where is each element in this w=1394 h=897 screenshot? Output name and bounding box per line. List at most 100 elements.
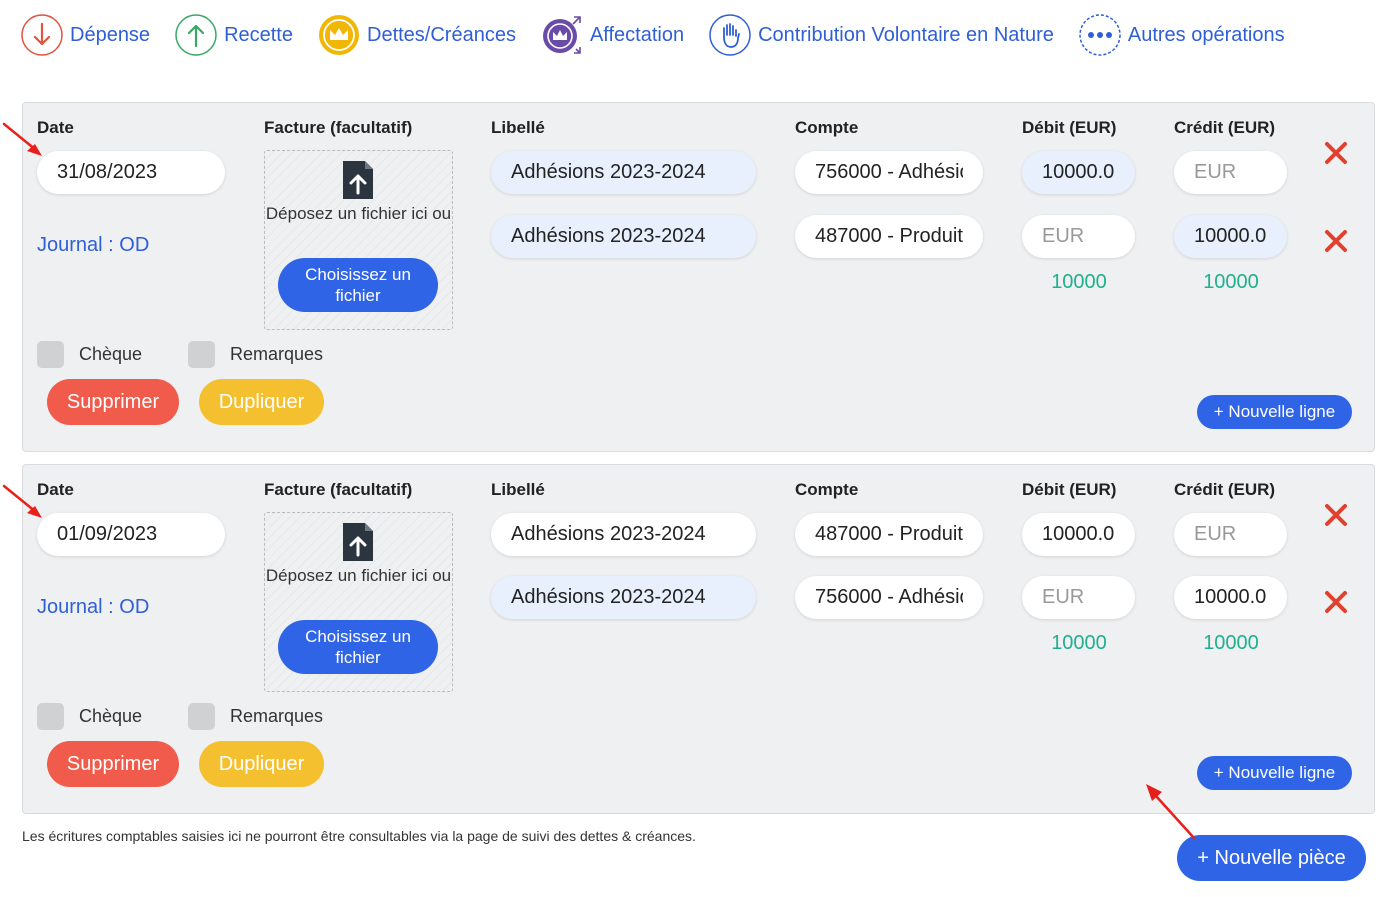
hand-circle-icon: [708, 13, 752, 57]
line-account-select[interactable]: 756000 - Adhésions: [795, 151, 983, 194]
footnote-text: Les écritures comptables saisies ici ne …: [22, 828, 696, 844]
operation-type-tabs: Dépense Recette Dettes/Créances Affectat…: [20, 10, 1309, 60]
line-label-input[interactable]: Adhésions 2023-2024: [491, 215, 756, 258]
duplicate-piece-button[interactable]: Dupliquer: [199, 379, 324, 425]
line-debit-input[interactable]: 10000.00: [1022, 151, 1135, 194]
line-credit-input[interactable]: 10000.00: [1174, 215, 1287, 258]
new-line-button[interactable]: + Nouvelle ligne: [1197, 395, 1352, 429]
total-debit: 10000: [1051, 271, 1107, 293]
header-label: Libellé: [491, 118, 545, 137]
tab-label: Affectation: [589, 23, 685, 46]
duplicate-piece-button[interactable]: Dupliquer: [199, 741, 324, 787]
header-account: Compte: [795, 118, 859, 137]
arrow-up-circle-icon: [174, 13, 218, 57]
credit-value: 10000.00: [1194, 225, 1267, 247]
date-input[interactable]: 01/09/2023: [37, 513, 225, 556]
tab-recette[interactable]: Recette: [174, 13, 293, 57]
account-value: 487000 - Produits: [815, 225, 963, 247]
file-upload-icon: [343, 161, 373, 199]
remarks-checkbox[interactable]: Remarques: [188, 341, 323, 368]
line-debit-input[interactable]: EUR: [1022, 576, 1135, 619]
credit-value: 10000.00: [1194, 586, 1267, 608]
choose-file-button[interactable]: Choisissez un fichier: [278, 258, 438, 312]
date-input[interactable]: 31/08/2023: [37, 151, 225, 194]
cheque-checkbox[interactable]: Chèque: [37, 703, 142, 730]
line-account-select[interactable]: 487000 - Produits: [795, 215, 983, 258]
accounting-piece-2: Date Facture (facultatif) Libellé Compte…: [22, 464, 1375, 814]
crown-coin-icon: [317, 13, 361, 57]
more-dots-icon: [1078, 13, 1122, 57]
checkbox-box: [37, 341, 64, 368]
header-debit: Débit (EUR): [1022, 118, 1117, 137]
total-credit: 10000: [1203, 271, 1259, 293]
delete-piece-button[interactable]: Supprimer: [47, 379, 179, 425]
accounting-piece-1: Date Facture (facultatif) Libellé Compte…: [22, 102, 1375, 452]
new-piece-button[interactable]: + Nouvelle pièce: [1177, 835, 1366, 881]
arrow-down-circle-icon: [20, 13, 64, 57]
header-date: Date: [37, 118, 74, 137]
header-invoice: Facture (facultatif): [264, 118, 413, 137]
tab-depense[interactable]: Dépense: [20, 13, 150, 57]
header-credit: Crédit (EUR): [1174, 480, 1276, 499]
cheque-checkbox[interactable]: Chèque: [37, 341, 142, 368]
total-debit: 10000: [1051, 632, 1107, 654]
checkbox-box: [188, 703, 215, 730]
line-account-select[interactable]: 487000 - Produits: [795, 513, 983, 556]
tab-autres-operations[interactable]: Autres opérations: [1078, 13, 1285, 57]
debit-value: 10000.00: [1042, 523, 1115, 545]
dropzone-text: Déposez un fichier ici ou: [265, 566, 452, 585]
new-line-button[interactable]: + Nouvelle ligne: [1197, 756, 1352, 790]
checkbox-box: [188, 341, 215, 368]
header-invoice: Facture (facultatif): [264, 480, 413, 499]
account-value: 756000 - Adhésions: [815, 586, 963, 608]
dropzone-text: Déposez un fichier ici ou: [265, 204, 452, 223]
line-credit-input[interactable]: EUR: [1174, 513, 1287, 556]
checkbox-label: Chèque: [79, 706, 143, 726]
checkbox-label: Remarques: [230, 344, 324, 364]
close-icon: [1325, 142, 1347, 164]
invoice-dropzone[interactable]: Déposez un fichier ici ou Choisissez un …: [264, 150, 453, 330]
header-account: Compte: [795, 480, 859, 499]
journal-link[interactable]: Journal : OD: [37, 596, 149, 619]
line-credit-input[interactable]: 10000.00: [1174, 576, 1287, 619]
invoice-dropzone[interactable]: Déposez un fichier ici ou Choisissez un …: [264, 512, 453, 692]
tab-label: Dépense: [70, 23, 151, 46]
line-label-input[interactable]: Adhésions 2023-2024: [491, 513, 756, 556]
delete-piece-button[interactable]: Supprimer: [47, 741, 179, 787]
close-icon: [1325, 504, 1347, 526]
tab-label: Autres opérations: [1127, 23, 1285, 46]
line-label-input[interactable]: Adhésions 2023-2024: [491, 151, 756, 194]
line-label-input[interactable]: Adhésions 2023-2024: [491, 576, 756, 619]
choose-file-button[interactable]: Choisissez un fichier: [278, 620, 438, 674]
header-label: Libellé: [491, 480, 545, 499]
total-credit: 10000: [1203, 632, 1259, 654]
remove-line-button[interactable]: [1322, 139, 1350, 167]
remarks-checkbox[interactable]: Remarques: [188, 703, 323, 730]
debit-value: 10000.00: [1042, 161, 1115, 183]
remove-line-button[interactable]: [1322, 227, 1350, 255]
tab-affectation[interactable]: Affectation: [540, 13, 684, 57]
close-icon: [1325, 230, 1347, 252]
tab-label: Dettes/Créances: [367, 23, 516, 46]
close-icon: [1325, 591, 1347, 613]
line-debit-input[interactable]: EUR: [1022, 215, 1135, 258]
tab-label: Recette: [224, 23, 293, 46]
header-date: Date: [37, 480, 74, 499]
remove-line-button[interactable]: [1322, 501, 1350, 529]
tab-label: Contribution Volontaire en Nature: [758, 23, 1054, 46]
account-value: 487000 - Produits: [815, 523, 963, 545]
checkbox-label: Remarques: [230, 706, 324, 726]
line-credit-input[interactable]: EUR: [1174, 151, 1287, 194]
journal-link[interactable]: Journal : OD: [37, 234, 149, 257]
tab-dettes-creances[interactable]: Dettes/Créances: [317, 13, 516, 57]
line-account-select[interactable]: 756000 - Adhésions: [795, 576, 983, 619]
account-value: 756000 - Adhésions: [815, 161, 963, 183]
crown-transfer-icon: [540, 13, 584, 57]
file-upload-icon: [343, 523, 373, 561]
checkbox-label: Chèque: [79, 344, 143, 364]
checkbox-box: [37, 703, 64, 730]
line-debit-input[interactable]: 10000.00: [1022, 513, 1135, 556]
remove-line-button[interactable]: [1322, 588, 1350, 616]
tab-contribution-nature[interactable]: Contribution Volontaire en Nature: [708, 13, 1054, 57]
header-credit: Crédit (EUR): [1174, 118, 1276, 137]
